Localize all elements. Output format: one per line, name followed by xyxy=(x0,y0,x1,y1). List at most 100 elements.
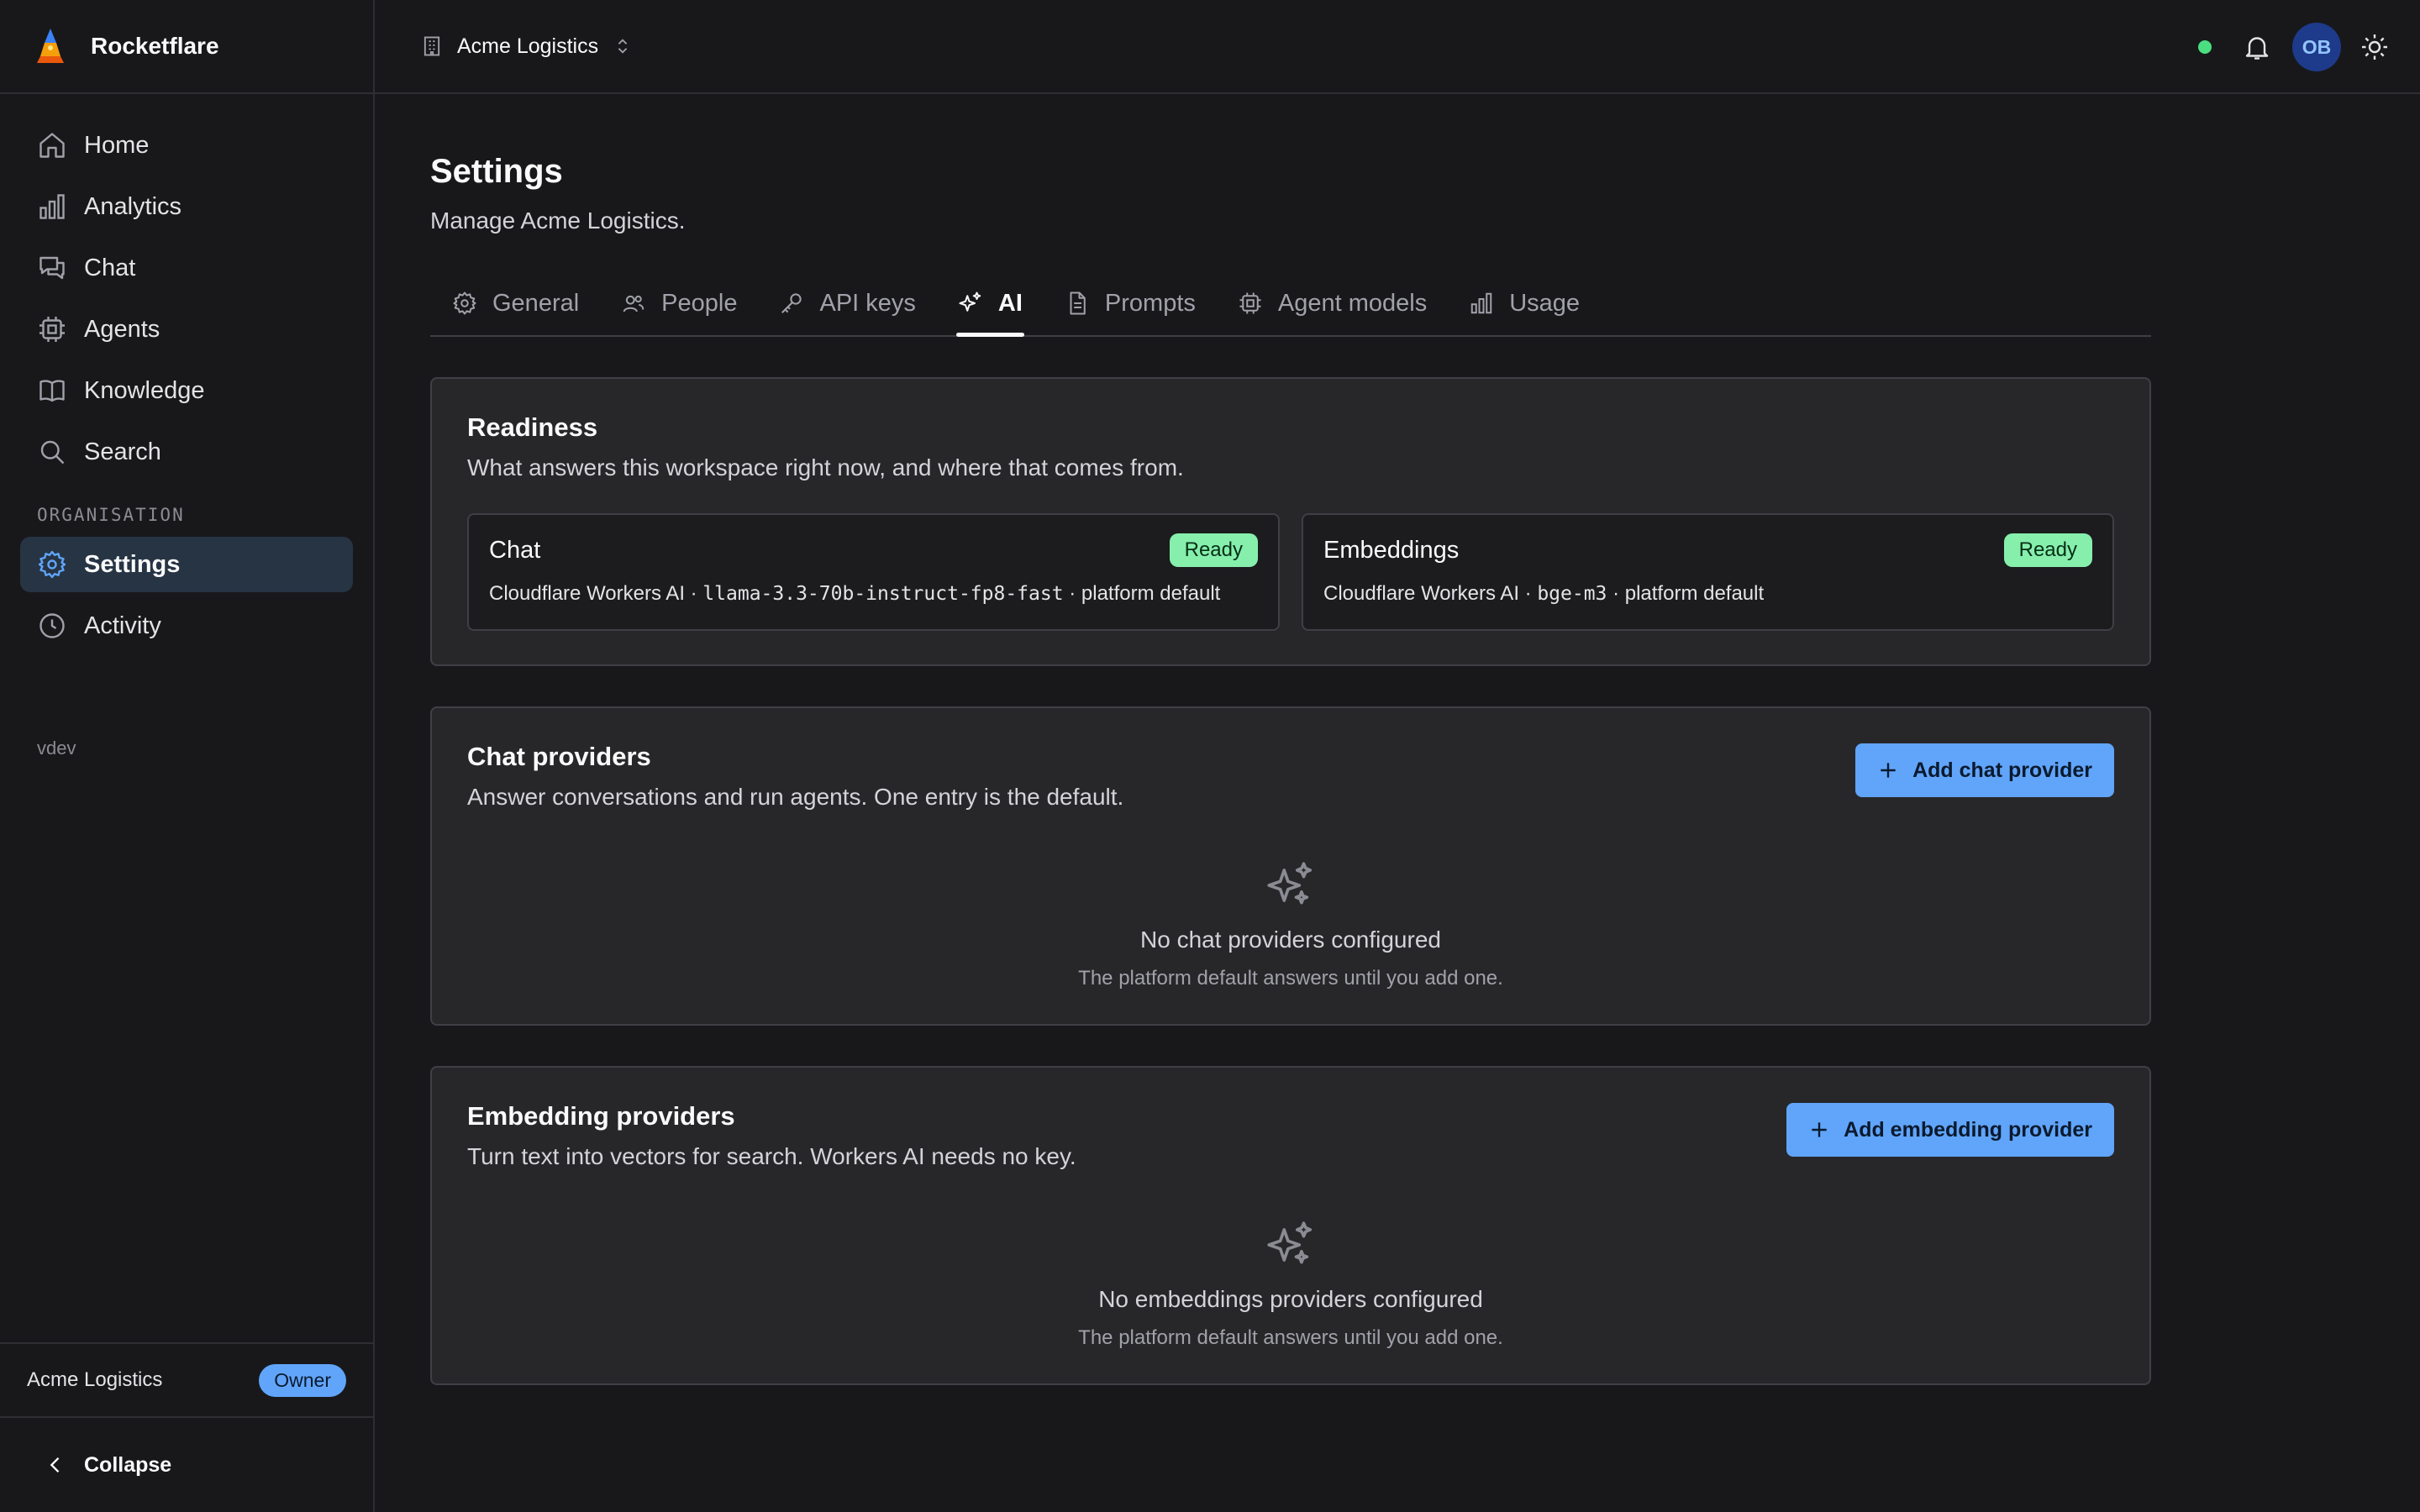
collapse-button[interactable]: Collapse xyxy=(0,1418,373,1512)
tab-ai[interactable]: AI xyxy=(955,275,1024,337)
sidebar: Rocketflare Home Analytics Chat Agents K… xyxy=(0,0,375,1512)
bell-icon[interactable] xyxy=(2242,32,2272,62)
sidebar-item-activity[interactable]: Activity xyxy=(20,598,353,654)
sidebar-item-analytics[interactable]: Analytics xyxy=(20,179,353,234)
sun-icon[interactable] xyxy=(2360,32,2390,62)
key-icon xyxy=(781,293,802,313)
cpu-icon xyxy=(1239,292,1261,314)
status-badge: Ready xyxy=(2003,533,2092,567)
embeddings-readiness-title: Embeddings xyxy=(1323,536,1460,564)
sidebar-item-label: Home xyxy=(84,131,150,159)
page-subtitle: Manage Acme Logistics. xyxy=(430,207,686,234)
tab-api-keys[interactable]: API keys xyxy=(779,275,916,335)
add-embedding-provider-button[interactable]: Add embedding provider xyxy=(1786,1103,2114,1157)
source-label: · platform default xyxy=(1607,582,1765,605)
building-icon xyxy=(424,36,440,56)
workspace-switcher[interactable]: Acme Logistics xyxy=(420,34,632,59)
tab-people[interactable]: People xyxy=(621,275,737,335)
app-name: Rocketflare xyxy=(91,33,219,59)
sparkles-icon xyxy=(1267,1221,1313,1264)
tab-agent-models[interactable]: Agent models xyxy=(1238,275,1427,335)
tab-label: People xyxy=(661,289,738,317)
plus-icon xyxy=(1881,763,1896,778)
tab-label: Agent models xyxy=(1277,289,1428,317)
chat-providers-card: Chat providers Answer conversations and … xyxy=(430,706,2151,1026)
sidebar-item-home[interactable]: Home xyxy=(20,118,353,173)
status-badge: Ready xyxy=(1169,533,1258,567)
book-icon xyxy=(39,380,65,402)
role-badge: Owner xyxy=(259,1363,346,1397)
bar-chart-icon xyxy=(39,194,65,219)
embedding-providers-card: Embedding providers Turn text into vecto… xyxy=(430,1066,2151,1385)
main-nav: Home Analytics Chat Agents Knowledge Sea… xyxy=(0,94,373,759)
chevron-left-icon xyxy=(50,1457,60,1473)
empty-subtitle: The platform default answers until you a… xyxy=(1078,967,1503,990)
plus-icon xyxy=(1812,1122,1827,1137)
tab-label: API keys xyxy=(819,289,916,317)
embeddings-readiness-detail: Cloudflare Workers AI · bge-m3 · platfor… xyxy=(1323,582,2092,606)
sidebar-item-label: Activity xyxy=(84,612,161,639)
sidebar-footer: Acme Logistics Owner Collapse xyxy=(0,1342,373,1512)
sidebar-item-label: Analytics xyxy=(84,192,182,220)
gear-icon xyxy=(453,291,476,315)
tab-label: Prompts xyxy=(1104,289,1196,317)
brand[interactable]: Rocketflare xyxy=(0,0,373,94)
rocket-logo-icon xyxy=(37,29,64,63)
gear-icon xyxy=(38,550,66,579)
sidebar-item-knowledge[interactable]: Knowledge xyxy=(20,363,353,418)
cpu-icon xyxy=(39,317,65,342)
settings-tabs: General People API keys AI Prompts Agent… xyxy=(430,275,2151,337)
tab-general[interactable]: General xyxy=(452,275,579,335)
readiness-grid: Chat Ready Cloudflare Workers AI · llama… xyxy=(467,513,2114,631)
sidebar-item-label: Search xyxy=(84,438,161,465)
collapse-label: Collapse xyxy=(84,1452,172,1477)
embedding-providers-empty-state: No embeddings providers configured The p… xyxy=(467,1219,2114,1350)
clock-icon xyxy=(39,613,65,638)
tab-usage[interactable]: Usage xyxy=(1469,275,1580,335)
search-icon xyxy=(40,440,65,465)
tab-prompts[interactable]: Prompts xyxy=(1065,275,1196,335)
topbar: Acme Logistics OB xyxy=(375,0,2420,94)
readiness-description: What answers this workspace right now, a… xyxy=(467,454,1184,480)
environment-label: vdev xyxy=(37,738,76,759)
org-name: Acme Logistics xyxy=(27,1368,163,1391)
readiness-card: Readiness What answers this workspace ri… xyxy=(430,377,2151,666)
status-indicator xyxy=(2198,40,2212,54)
button-label: Add chat provider xyxy=(1912,758,2092,782)
provider-name: Cloudflare Workers AI · xyxy=(1323,582,1538,605)
provider-name: Cloudflare Workers AI · xyxy=(489,582,703,605)
tab-label: Usage xyxy=(1509,289,1581,317)
home-icon xyxy=(39,133,65,158)
model-name: bge-m3 xyxy=(1537,583,1607,605)
page-title: Settings xyxy=(430,153,563,190)
chevron-up-down-icon xyxy=(618,39,628,54)
model-name: llama-3.3-70b-instruct-fp8-fast xyxy=(702,583,1064,605)
sidebar-item-search[interactable]: Search xyxy=(20,424,353,480)
sidebar-item-label: Agents xyxy=(84,315,160,343)
org-row[interactable]: Acme Logistics Owner xyxy=(0,1342,373,1418)
sidebar-item-label: Settings xyxy=(84,550,181,578)
sidebar-item-agents[interactable]: Agents xyxy=(20,302,353,357)
sidebar-item-label: Knowledge xyxy=(84,376,205,404)
chat-readiness-detail: Cloudflare Workers AI · llama-3.3-70b-in… xyxy=(489,582,1258,606)
sidebar-item-chat[interactable]: Chat xyxy=(20,240,353,296)
topbar-actions: OB xyxy=(2198,0,2390,94)
chat-readiness: Chat Ready Cloudflare Workers AI · llama… xyxy=(467,513,1280,631)
users-icon xyxy=(623,295,644,312)
workspace-name: Acme Logistics xyxy=(457,34,599,58)
readiness-title: Readiness xyxy=(467,412,598,442)
chat-icon xyxy=(39,256,65,280)
avatar[interactable]: OB xyxy=(2292,23,2341,71)
sparkles-icon xyxy=(959,291,981,312)
add-chat-provider-button[interactable]: Add chat provider xyxy=(1855,743,2114,797)
sidebar-item-label: Chat xyxy=(84,254,136,281)
embeddings-readiness: Embeddings Ready Cloudflare Workers AI ·… xyxy=(1302,513,2114,631)
main-content: Settings Manage Acme Logistics. General … xyxy=(430,94,2151,1385)
empty-subtitle: The platform default answers until you a… xyxy=(1078,1326,1503,1349)
sidebar-item-settings[interactable]: Settings xyxy=(20,537,353,592)
section-label-organisation: ORGANISATION xyxy=(37,505,185,525)
empty-title: No chat providers configured xyxy=(1140,927,1441,953)
sparkles-icon xyxy=(1267,862,1313,905)
tab-label: AI xyxy=(997,289,1023,317)
tab-label: General xyxy=(492,289,580,317)
